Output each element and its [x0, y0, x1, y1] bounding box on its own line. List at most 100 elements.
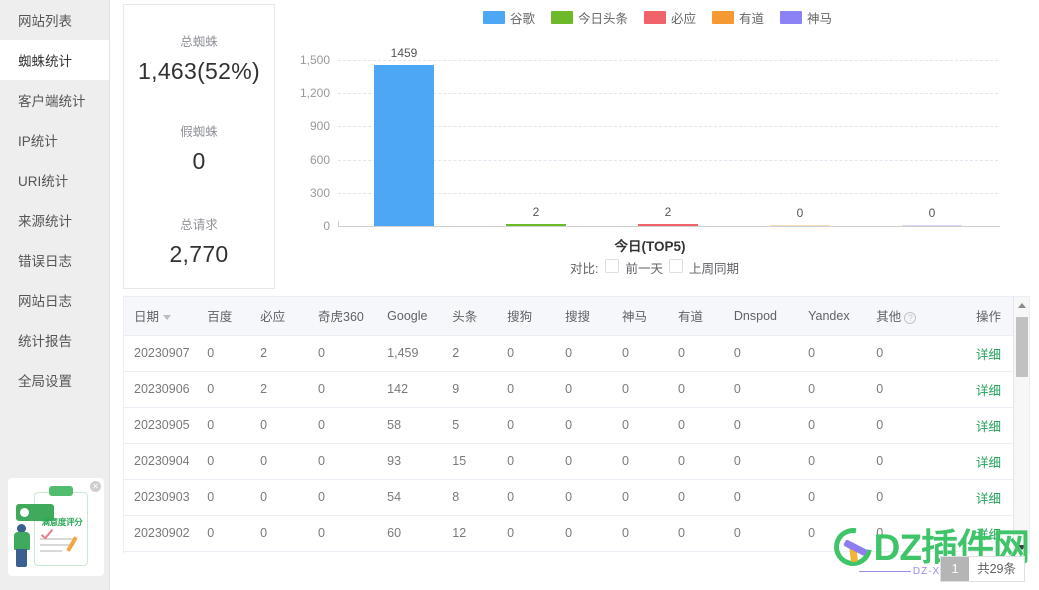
sidebar-item-1[interactable]: 蜘蛛统计 [0, 40, 109, 80]
detail-link[interactable]: 详细 [976, 420, 1001, 434]
table-header-8[interactable]: 神马 [612, 297, 668, 336]
bar-data-label-4: 0 [928, 205, 936, 220]
table-row[interactable]: 20230905 0 0 0 58 5 0 0 0 0 0 0 0 详细 [124, 407, 1029, 444]
table-cell-6: 0 [497, 479, 556, 516]
table-header-12[interactable]: 其他? [866, 297, 938, 336]
table-cell-6: 0 [497, 335, 556, 372]
legend-item-2[interactable]: 必应 [643, 8, 696, 27]
legend-label: 今日头条 [577, 12, 628, 26]
bar-data-label-0: 1459 [390, 45, 418, 60]
table-cell-4: 93 [377, 443, 443, 480]
detail-link[interactable]: 详细 [976, 528, 1001, 542]
sidebar-item-label: 全局设置 [18, 374, 72, 389]
table-header-6[interactable]: 搜狗 [497, 297, 556, 336]
table-row[interactable]: 20230907 0 2 0 1,459 2 0 0 0 0 0 0 0 详细 [124, 335, 1029, 372]
table-header-label: 操作 [975, 310, 1001, 325]
table-cell-3: 0 [308, 479, 378, 516]
legend-item-4[interactable]: 神马 [780, 8, 832, 27]
scroll-down-icon[interactable] [1014, 539, 1029, 554]
table-cell-12: 0 [866, 335, 938, 372]
table-header-3[interactable]: 奇虎360 [308, 297, 378, 336]
legend-swatch-icon [643, 11, 666, 24]
table-row[interactable]: 20230906 0 2 0 142 9 0 0 0 0 0 0 0 详细 [124, 371, 1029, 408]
table-scrollbar[interactable] [1013, 297, 1029, 554]
sidebar-item-2[interactable]: 客户端统计 [0, 80, 109, 120]
table-cell-12: 0 [866, 479, 938, 516]
compare-option-label-1[interactable]: 上周同期 [689, 262, 739, 276]
table-header-4[interactable]: Google [377, 297, 443, 336]
close-icon[interactable]: ✕ [90, 481, 101, 492]
satisfaction-rating-widget[interactable]: ✕ 满意度评分 [8, 478, 104, 576]
table-cell-5: 2 [442, 335, 498, 372]
y-axis-tick-0: 0 [323, 219, 330, 233]
table-cell-7: 0 [555, 479, 613, 516]
table-cell-1: 0 [197, 407, 251, 444]
detail-link[interactable]: 详细 [976, 384, 1001, 398]
scroll-up-icon[interactable] [1014, 297, 1029, 313]
sidebar-item-4[interactable]: URI统计 [0, 160, 109, 200]
legend-item-3[interactable]: 有道 [712, 8, 764, 27]
table-header-label: 搜搜 [565, 310, 591, 325]
spider-stats-table-container: 日期 百度 必应 奇虎360 Google 头条 搜狗 搜搜 神马 有道 Dnspod Yandex 其… [123, 296, 1030, 554]
sidebar-item-label: 网站日志 [18, 294, 72, 309]
detail-link[interactable]: 详细 [976, 348, 1001, 362]
table-header-10[interactable]: Dnspod [723, 297, 799, 336]
table-cell-10: 0 [723, 443, 799, 480]
page-number-1[interactable]: 1 [941, 557, 970, 581]
compare-checkbox-0[interactable] [605, 259, 620, 273]
legend-label: 有道 [739, 12, 765, 26]
table-header-11[interactable]: Yandex [798, 297, 867, 336]
chart-bar-0[interactable] [374, 64, 434, 226]
table-header-1[interactable]: 百度 [197, 297, 251, 336]
table-header-5[interactable]: 头条 [442, 297, 498, 336]
stat-block-2: 总请求 2,770 [124, 214, 274, 268]
sidebar-item-0[interactable]: 网站列表 [0, 0, 109, 40]
sidebar-item-9[interactable]: 全局设置 [0, 360, 109, 400]
table-cell-9: 0 [667, 335, 724, 372]
table-cell-12: 0 [866, 515, 938, 552]
table-cell-9: 0 [667, 371, 724, 408]
help-icon[interactable]: ? [904, 311, 917, 324]
table-cell-7: 0 [555, 371, 613, 408]
table-cell-4: 142 [377, 371, 443, 408]
legend-item-0[interactable]: 谷歌 [482, 8, 535, 27]
table-cell-1: 0 [197, 371, 251, 408]
table-row[interactable]: 20230903 0 0 0 54 8 0 0 0 0 0 0 0 详细 [124, 479, 1029, 516]
bar-data-label-3: 0 [796, 205, 804, 220]
stat-value: 1,463(52%) [138, 58, 260, 84]
compare-option-label-0[interactable]: 前一天 [625, 262, 663, 276]
sidebar-item-5[interactable]: 来源统计 [0, 200, 109, 240]
sort-caret-icon[interactable] [163, 315, 172, 321]
y-axis-tick-3: 900 [309, 119, 330, 134]
table-head: 日期 百度 必应 奇虎360 Google 头条 搜狗 搜搜 神马 有道 Dnspod Yandex 其… [124, 297, 1029, 336]
sidebar-item-8[interactable]: 统计报告 [0, 320, 109, 360]
table-header-7[interactable]: 搜搜 [555, 297, 613, 336]
sidebar-item-label: IP统计 [18, 134, 58, 149]
sidebar-item-label: 错误日志 [18, 254, 72, 269]
detail-link[interactable]: 详细 [976, 456, 1001, 470]
legend-item-1[interactable]: 今日头条 [550, 8, 628, 27]
sidebar-item-label: 来源统计 [18, 214, 72, 229]
table-header-label: 头条 [452, 310, 478, 325]
sidebar-item-label: URI统计 [18, 174, 69, 189]
table-header-label: 百度 [207, 310, 233, 325]
sidebar-item-7[interactable]: 网站日志 [0, 280, 109, 320]
table-row[interactable]: 20230902 0 0 0 60 12 0 0 0 0 0 0 0 详细 [124, 515, 1029, 552]
sidebar-item-3[interactable]: IP统计 [0, 120, 109, 160]
person-legs-shape [16, 549, 27, 567]
table-cell-2: 0 [250, 515, 309, 552]
spider-summary-card: 总蜘蛛 1,463(52%) 假蜘蛛 0 总请求 2,770 [123, 4, 275, 289]
sidebar-item-6[interactable]: 错误日志 [0, 240, 109, 280]
table-row[interactable]: 20230904 0 0 0 93 15 0 0 0 0 0 0 0 详细 [124, 443, 1029, 480]
scrollbar-thumb[interactable] [1016, 317, 1028, 377]
table-cell-11: 0 [798, 479, 867, 516]
table-cell-1: 0 [197, 479, 251, 516]
detail-link[interactable]: 详细 [976, 492, 1001, 506]
table-header-9[interactable]: 有道 [667, 297, 724, 336]
compare-options: 对比: 前一天 上周同期 [285, 258, 1030, 277]
table-header-2[interactable]: 必应 [250, 297, 309, 336]
table-header-0[interactable]: 日期 [124, 297, 198, 336]
table-cell-5: 5 [442, 407, 498, 444]
compare-checkbox-1[interactable] [668, 259, 683, 273]
gridline [338, 159, 998, 161]
